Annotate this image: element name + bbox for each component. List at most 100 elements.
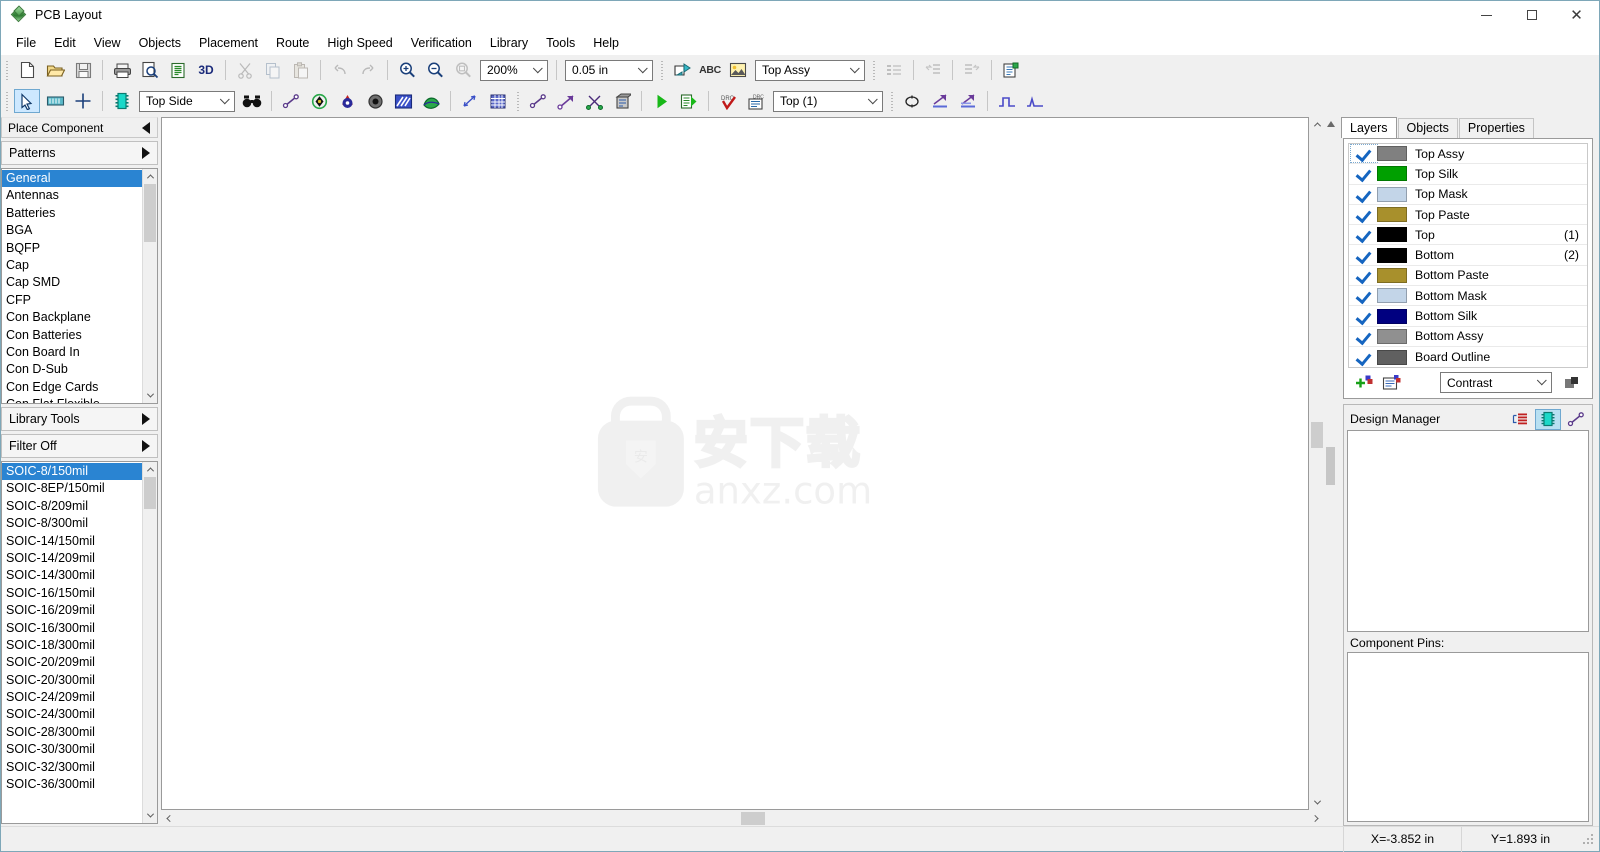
scroll-right-icon[interactable] — [1309, 811, 1324, 826]
component-icon[interactable] — [109, 89, 135, 113]
flip-board-icon[interactable] — [669, 58, 695, 82]
list-item[interactable]: CFP — [2, 292, 142, 309]
list-item[interactable]: SOIC-20/300mil — [2, 672, 142, 689]
toolbar-grip[interactable] — [4, 59, 11, 81]
list-item[interactable]: SOIC-16/150mil — [2, 585, 142, 602]
scroll-down-icon[interactable] — [143, 388, 157, 403]
layer-row[interactable]: Top Paste — [1349, 205, 1587, 226]
list-item[interactable]: SOIC-24/209mil — [2, 689, 142, 706]
scroll-left-icon[interactable] — [161, 811, 176, 826]
layers-list[interactable]: Top Assy Top Silk Top Mask Top Paste Top… — [1348, 143, 1588, 369]
chevron-down-icon[interactable] — [216, 92, 234, 111]
list-item[interactable]: SOIC-14/150mil — [2, 533, 142, 550]
toolbar-grip[interactable] — [871, 59, 878, 81]
list-item[interactable]: Cap SMD — [2, 274, 142, 291]
layer-row[interactable]: Bottom (2) — [1349, 245, 1587, 266]
select-tool-icon[interactable] — [14, 89, 40, 113]
netlist-table-icon[interactable] — [881, 58, 907, 82]
list-item[interactable]: SOIC-32/300mil — [2, 759, 142, 776]
scroll-track[interactable] — [143, 184, 157, 388]
zoom-in-icon[interactable] — [394, 58, 420, 82]
layer-row[interactable]: Bottom Silk — [1349, 306, 1587, 327]
chevron-down-icon[interactable] — [634, 61, 652, 80]
copy-icon[interactable] — [260, 58, 286, 82]
expand-right-icon[interactable] — [142, 440, 150, 452]
layer-color-swatch[interactable] — [1377, 207, 1407, 223]
layer-color-swatch[interactable] — [1377, 308, 1407, 324]
drc-check-icon[interactable]: DRC — [715, 89, 741, 113]
layer-setup-icon[interactable] — [1378, 372, 1406, 394]
open-file-icon[interactable] — [42, 58, 68, 82]
list-item[interactable]: Con Batteries — [2, 327, 142, 344]
tab-layers[interactable]: Layers — [1341, 117, 1397, 138]
route-trace-icon[interactable] — [525, 89, 551, 113]
list-item[interactable]: BQFP — [2, 240, 142, 257]
canvas-vertical-scrollbar[interactable] — [1309, 117, 1325, 810]
drc-report-icon[interactable]: DRC — [743, 89, 769, 113]
cut-trace-icon[interactable] — [581, 89, 607, 113]
list-item[interactable]: Con D-Sub — [2, 361, 142, 378]
menu-verification[interactable]: Verification — [402, 33, 481, 53]
maximize-button[interactable] — [1509, 1, 1554, 30]
contrast-combo[interactable]: Contrast — [1440, 372, 1552, 394]
design-manager-tree[interactable] — [1347, 430, 1589, 632]
list-item[interactable]: Antennas — [2, 187, 142, 204]
part-list[interactable]: SOIC-8/150mil SOIC-8EP/150mil SOIC-8/209… — [1, 461, 158, 824]
layer-color-swatch[interactable] — [1377, 166, 1407, 182]
layer-color-swatch[interactable] — [1377, 227, 1407, 243]
layer-visibility-checkbox[interactable] — [1351, 308, 1377, 325]
menu-view[interactable]: View — [85, 33, 130, 53]
add-layer-icon[interactable] — [1350, 372, 1378, 394]
zoom-out-icon[interactable] — [422, 58, 448, 82]
layer-row[interactable]: Bottom Mask — [1349, 286, 1587, 307]
layer-row[interactable]: Top Assy — [1349, 144, 1587, 165]
measure-icon[interactable] — [609, 89, 635, 113]
run-report-icon[interactable] — [676, 89, 702, 113]
menu-file[interactable]: File — [7, 33, 45, 53]
menu-library[interactable]: Library — [481, 33, 537, 53]
differential-pair2-icon[interactable] — [955, 89, 981, 113]
run-icon[interactable] — [648, 89, 674, 113]
toolbar-grip[interactable] — [659, 59, 666, 81]
list-item[interactable]: BGA — [2, 222, 142, 239]
menu-tools[interactable]: Tools — [537, 33, 584, 53]
forward-annotate-icon[interactable] — [920, 58, 946, 82]
layer-visibility-checkbox[interactable] — [1351, 267, 1377, 284]
layer-color-swatch[interactable] — [1377, 349, 1407, 365]
list-item[interactable]: SOIC-8/150mil — [2, 463, 142, 481]
canvas-horizontal-scrollbar[interactable] — [161, 811, 1324, 826]
list-item[interactable]: SOIC-20/209mil — [2, 654, 142, 671]
chevron-down-icon[interactable] — [529, 61, 547, 80]
chevron-down-icon[interactable] — [1533, 373, 1551, 392]
menu-edit[interactable]: Edit — [45, 33, 85, 53]
list-item[interactable]: SOIC-18/300mil — [2, 637, 142, 654]
via-icon[interactable] — [334, 89, 360, 113]
chevron-down-icon[interactable] — [846, 61, 864, 80]
list-item[interactable]: SOIC-36/300mil — [2, 776, 142, 793]
scroll-thumb[interactable] — [1311, 422, 1323, 448]
layer-visibility-checkbox[interactable] — [1351, 287, 1377, 304]
save-file-icon[interactable] — [70, 58, 96, 82]
tab-properties[interactable]: Properties — [1458, 118, 1534, 138]
signal-delay-icon[interactable] — [1022, 89, 1048, 113]
differential-pair-icon[interactable] — [927, 89, 953, 113]
scroll-up-icon[interactable] — [143, 169, 157, 184]
layer-color-swatch[interactable] — [1377, 267, 1407, 283]
list-item[interactable]: General — [2, 170, 142, 188]
list-item[interactable]: SOIC-16/209mil — [2, 602, 142, 619]
scroll-thumb[interactable] — [144, 477, 156, 509]
components-icon[interactable] — [1535, 408, 1561, 430]
layer-color-swatch[interactable] — [1377, 328, 1407, 344]
collapse-left-icon[interactable] — [142, 121, 150, 134]
print-preview-icon[interactable] — [137, 58, 163, 82]
3d-view-icon[interactable]: 3D — [193, 58, 219, 82]
menu-help[interactable]: Help — [584, 33, 628, 53]
list-item[interactable]: Cap — [2, 257, 142, 274]
list-item[interactable]: SOIC-16/300mil — [2, 620, 142, 637]
hole-icon[interactable] — [362, 89, 388, 113]
text-tool-icon[interactable]: ABC — [697, 58, 723, 82]
list-item[interactable]: Batteries — [2, 205, 142, 222]
scroll-track[interactable] — [143, 477, 157, 808]
chevron-down-icon[interactable] — [864, 92, 882, 111]
layer-row[interactable]: Top Silk — [1349, 164, 1587, 185]
